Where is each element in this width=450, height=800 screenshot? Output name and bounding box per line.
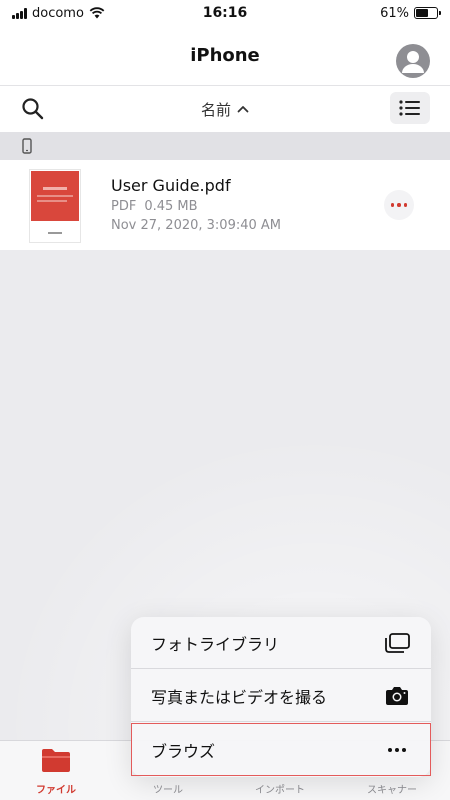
search-icon	[22, 98, 44, 120]
action-popup-menu: フォトライブラリ 写真またはビデオを撮る ブラウズ	[131, 617, 431, 777]
signal-icon	[12, 7, 27, 19]
sort-button[interactable]: 名前	[201, 99, 249, 120]
battery-icon	[414, 7, 441, 19]
menu-item-label: 写真またはビデオを撮る	[151, 687, 328, 707]
page-title: iPhone	[190, 45, 260, 66]
menu-item-browse[interactable]: ブラウズ	[131, 723, 431, 777]
file-name: User Guide.pdf	[111, 176, 231, 195]
file-type: PDF	[111, 199, 137, 214]
sort-label: 名前	[200, 100, 231, 119]
menu-item-label: ブラウズ	[151, 742, 216, 761]
carrier-label: docomo	[32, 5, 84, 21]
file-date: Nov 27, 2020, 3:09:40 AM	[111, 218, 282, 233]
thumbnail-cover	[31, 171, 79, 221]
status-left: docomo	[12, 6, 105, 21]
phone-icon	[22, 138, 32, 154]
file-size: 0.45 MB	[144, 199, 198, 214]
user-icon	[402, 51, 424, 73]
list-icon	[399, 100, 420, 116]
battery-percent: 61%	[380, 5, 409, 21]
menu-item-photo-library[interactable]: フォトライブラリ	[131, 617, 431, 669]
tab-label: インポート	[255, 785, 305, 796]
toolbar: 名前	[0, 86, 450, 132]
tab-files[interactable]: ファイル	[8, 747, 104, 797]
menu-item-take-photo-video[interactable]: 写真またはビデオを撮る	[131, 670, 431, 722]
file-more-button[interactable]	[384, 190, 414, 220]
battery-fill	[416, 9, 429, 17]
file-meta: PDF 0.45 MB	[111, 199, 198, 214]
nav-bar: iPhone	[0, 26, 450, 86]
tab-label: ファイル	[36, 785, 76, 796]
more-icon	[390, 203, 395, 207]
avatar[interactable]	[396, 44, 430, 78]
chevron-up-icon	[237, 106, 249, 113]
tab-label: ツール	[153, 785, 183, 796]
status-bar: docomo 16:16 61%	[0, 0, 450, 26]
section-header	[0, 132, 450, 160]
photo-library-icon	[383, 631, 411, 655]
search-button[interactable]	[20, 96, 46, 122]
status-right: 61%	[380, 5, 441, 21]
folder-icon	[42, 749, 70, 772]
menu-item-label: フォトライブラリ	[151, 634, 280, 654]
camera-icon	[383, 684, 411, 708]
tab-label: スキャナー	[367, 785, 417, 796]
file-thumbnail	[29, 169, 81, 243]
list-view-button[interactable]	[390, 92, 430, 124]
wifi-icon	[89, 7, 105, 19]
file-row[interactable]: User Guide.pdf PDF 0.45 MB Nov 27, 2020,…	[0, 160, 450, 250]
more-icon	[383, 738, 411, 762]
